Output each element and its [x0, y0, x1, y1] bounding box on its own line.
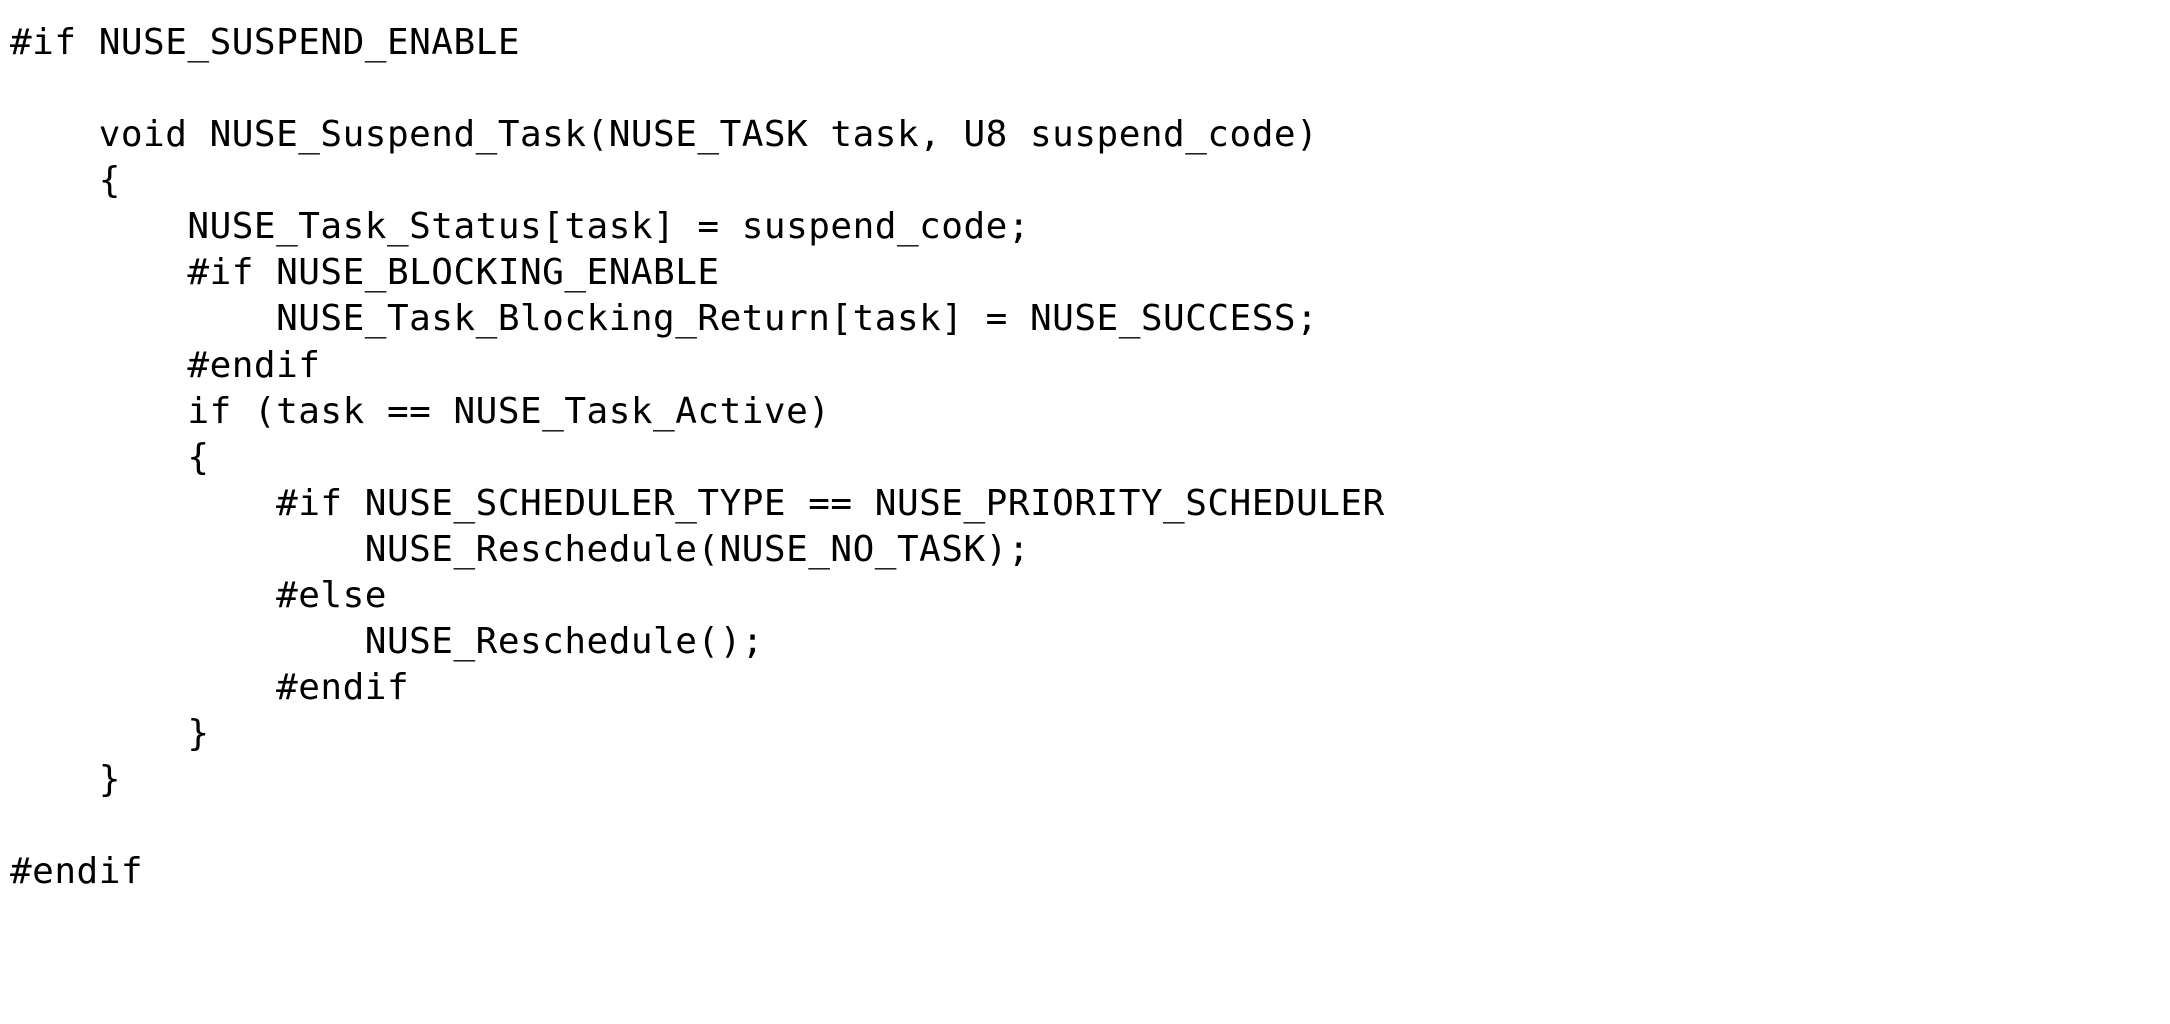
- code-block: #if NUSE_SUSPEND_ENABLE void NUSE_Suspen…: [0, 0, 2170, 915]
